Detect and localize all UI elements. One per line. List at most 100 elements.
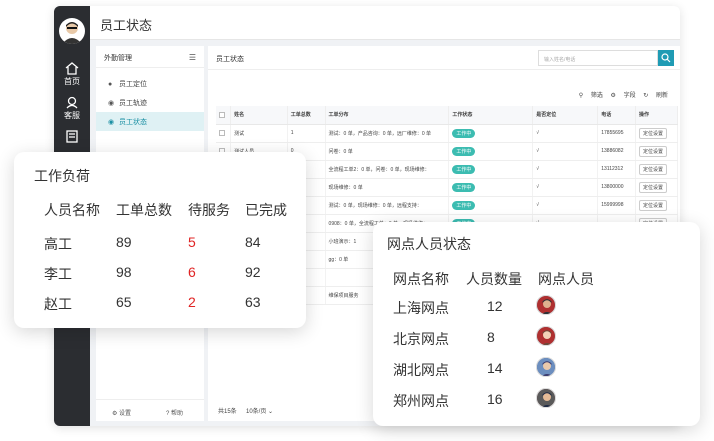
status-badge: 工作中 (452, 164, 476, 174)
located-cell: √ (532, 124, 599, 143)
rail-item-home[interactable]: 首页 (54, 62, 90, 87)
workload-pending: 2 (188, 294, 196, 310)
status-cell: 工作中 (448, 142, 534, 161)
total-cell: 1 (287, 124, 326, 143)
dist-cell: 测试：0 单，产品咨询：0 单，远厂维修：0 单 (325, 124, 450, 143)
action-cell: 定位设置 (635, 142, 679, 161)
settings-link[interactable]: ⚙ 设置 (112, 408, 131, 417)
col-header: 操作 (635, 106, 679, 125)
page-size-select[interactable]: 10条/页 ⌄ (246, 406, 273, 415)
locate-settings-button[interactable]: 定位设置 (638, 127, 667, 139)
col-header[interactable]: 工单总数 (287, 106, 326, 125)
table-header-row: 姓名 工单总数 工单分布 工作状态 是否定位 电话 操作 (216, 106, 679, 125)
staff-avatar[interactable] (536, 388, 556, 408)
phone-cell: 17855695 (597, 124, 636, 143)
col-header[interactable]: 电话 (597, 106, 636, 125)
action-cell: 定位设置 (635, 178, 679, 197)
status-badge: 工作中 (452, 128, 476, 138)
search-icon (661, 53, 671, 63)
action-cell: 定位设置 (635, 124, 679, 143)
staff-avatar[interactable] (536, 326, 556, 346)
subnav-item-status[interactable]: ◉ 员工状态 (96, 112, 204, 131)
dist-cell: 现场维修：0 单 (325, 178, 450, 197)
customer-service-icon (66, 96, 78, 109)
status-cell: 工作中 (448, 196, 534, 215)
network-header: 网点名称 (393, 271, 449, 287)
rail-home-label: 首页 (64, 77, 80, 86)
network-title: 网点人员状态 (387, 236, 471, 252)
phone-cell: 13112312 (597, 160, 636, 179)
located-cell: √ (532, 142, 599, 161)
status-badge: 工作中 (452, 200, 476, 210)
network-count: 12 (487, 298, 503, 314)
search-input[interactable]: 输入姓名/电话 (538, 50, 658, 66)
stage: 首页 客服 员工状态 外勤管理 ☰ ● 员工定位 ◉ 员工轨迹 ◉ 员工状态 ⚙… (0, 0, 714, 441)
subnav-item-label: 员工定位 (118, 81, 147, 88)
workload-name: 高工 (44, 236, 72, 252)
rail-customer-service-label: 客服 (64, 111, 80, 120)
locate-settings-button[interactable]: 定位设置 (638, 145, 667, 157)
row-checkbox[interactable] (219, 129, 225, 136)
topbar: 员工状态 (90, 6, 680, 40)
workload-total: 89 (116, 234, 132, 250)
status-cell: 工作中 (448, 178, 534, 197)
ticket-icon (66, 130, 78, 143)
fields-button[interactable]: ⚙ 字段 (611, 93, 636, 99)
filter-button[interactable]: ⚲ 筛选 (579, 93, 603, 99)
location-pin-icon: ● (108, 81, 113, 88)
select-all-checkbox[interactable] (219, 111, 225, 118)
subnav-header: 外勤管理 ☰ (96, 46, 204, 68)
name-cell: 测试 (230, 124, 288, 143)
workload-header: 工单总数 (116, 202, 172, 218)
col-header[interactable]: 工作状态 (448, 106, 534, 125)
network-count: 16 (487, 391, 503, 407)
workload-total: 65 (116, 294, 132, 310)
locate-settings-button[interactable]: 定位设置 (638, 163, 667, 175)
staff-avatar[interactable] (536, 295, 556, 315)
workload-title: 工作负荷 (34, 168, 90, 184)
staff-avatar[interactable] (536, 357, 556, 377)
total-count: 共15条 (218, 409, 237, 415)
subnav-title: 外勤管理 (104, 55, 132, 62)
help-link[interactable]: ? 帮助 (166, 408, 183, 417)
settings-label: 设置 (119, 411, 132, 417)
locate-settings-button[interactable]: 定位设置 (638, 181, 667, 193)
subnav-item-track[interactable]: ◉ 员工轨迹 (96, 93, 204, 112)
located-cell: √ (532, 196, 599, 215)
subnav-item-location[interactable]: ● 员工定位 (96, 74, 204, 93)
dist-cell: 问卷：0 单 (325, 142, 450, 161)
status-cell: 工作中 (448, 124, 534, 143)
status-badge: 工作中 (452, 146, 476, 156)
network-name: 上海网点 (393, 300, 449, 316)
menu-collapse-icon[interactable]: ☰ (189, 53, 196, 62)
dist-cell: 全流程工单2：0 单，问卷：0 单，现场维修： (325, 160, 450, 179)
refresh-button[interactable]: ↻ 刷新 (643, 93, 668, 99)
col-header[interactable]: 姓名 (230, 106, 288, 125)
locate-settings-button[interactable]: 定位设置 (638, 199, 667, 211)
search-button[interactable] (658, 50, 674, 66)
help-label: 帮助 (171, 411, 184, 417)
subnav-footer: ⚙ 设置 ? 帮助 (96, 399, 204, 421)
rail-item-customer-service[interactable]: 客服 (54, 96, 90, 121)
phone-cell: 13886082 (597, 142, 636, 161)
col-header[interactable]: 是否定位 (532, 106, 599, 125)
located-cell: √ (532, 178, 599, 197)
home-icon (65, 62, 79, 75)
subnav-item-label: 员工轨迹 (118, 100, 147, 107)
workload-pending: 5 (188, 234, 196, 250)
network-name: 郑州网点 (393, 393, 449, 409)
workload-done: 92 (245, 264, 261, 280)
workload-done: 63 (245, 294, 261, 310)
page-title: 员工状态 (100, 18, 153, 33)
user-avatar[interactable] (59, 18, 85, 44)
network-header: 人员数量 (466, 271, 522, 287)
dist-cell: 测试：0 单，现场维修：0 单，远程支持： (325, 196, 450, 215)
network-name: 湖北网点 (393, 362, 449, 378)
page-size-label: 10条/页 (246, 409, 267, 415)
table-row[interactable]: 测试 1 测试：0 单，产品咨询：0 单，远厂维修：0 单工作中 √ 17855695 定… (216, 124, 679, 143)
workload-card: 工作负荷 人员名称 工单总数 待服务 已完成 高工 89 5 84 李工 98 6 92 赵工 6… (14, 152, 306, 328)
content-header: 员工状态 输入姓名/电话 (208, 46, 680, 70)
col-header[interactable]: 工单分布 (325, 106, 450, 125)
rail-item-ticket[interactable] (54, 130, 90, 144)
fields-label: 字段 (623, 93, 636, 99)
